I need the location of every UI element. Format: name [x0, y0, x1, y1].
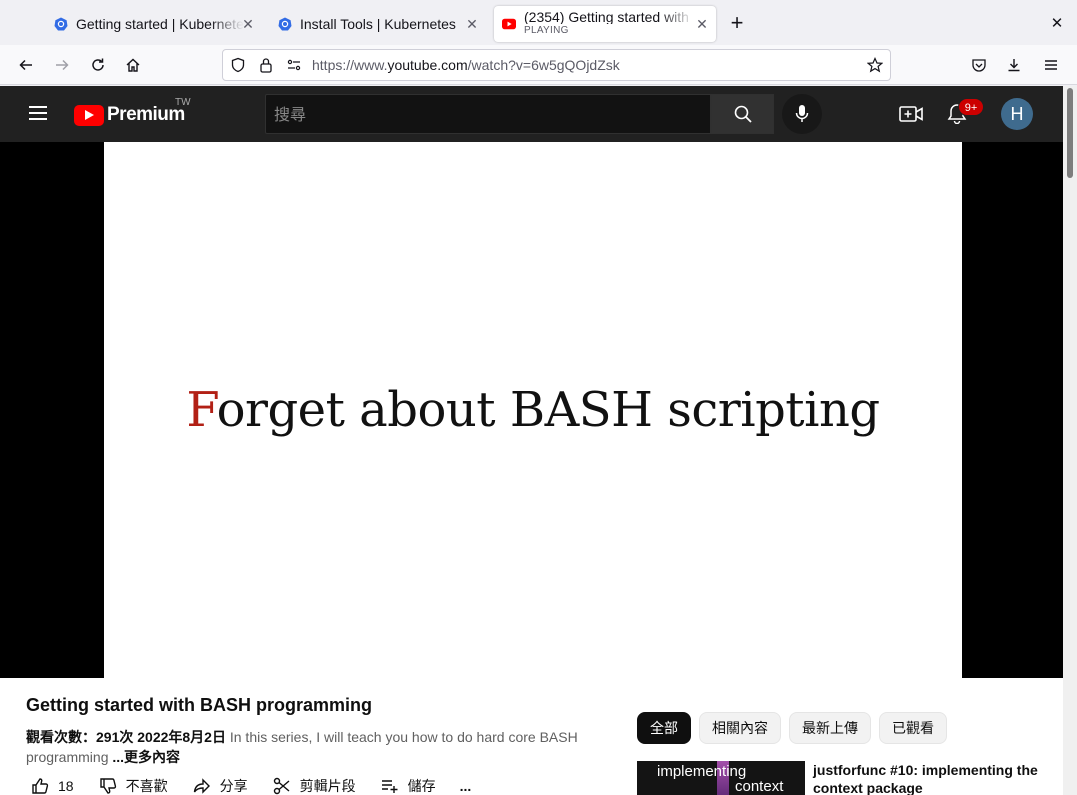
home-button[interactable] [119, 51, 147, 79]
lock-icon[interactable] [257, 56, 275, 74]
forward-arrow-icon [56, 59, 69, 71]
recommended-title[interactable]: justforfunc #10: implementing the contex… [813, 761, 1053, 795]
recommended-thumbnail[interactable]: implementing context [637, 761, 805, 795]
tab-close-icon[interactable]: ✕ [240, 16, 256, 32]
clip-button[interactable]: 剪輯片段 [272, 776, 356, 795]
create-video-button[interactable] [898, 102, 924, 126]
app-menu-button[interactable] [1037, 51, 1065, 79]
back-button[interactable] [12, 51, 40, 79]
kubernetes-favicon-icon [54, 17, 68, 31]
thumbs-up-icon [30, 776, 50, 795]
tab-kubernetes-getting-started[interactable]: Getting started | Kubernetes ✕ [46, 6, 262, 42]
navigation-toolbar: https://www.youtube.com/watch?v=6w5gQOjd… [0, 45, 1077, 85]
chip-watched[interactable]: 已觀看 [879, 712, 947, 744]
video-title: Getting started with BASH programming [26, 695, 373, 715]
voice-search-button[interactable] [782, 94, 822, 134]
share-arrow-icon [192, 776, 212, 795]
thumbnail-text-line2: context [735, 778, 784, 795]
tab-close-icon[interactable]: ✕ [694, 16, 710, 32]
recommended-video[interactable]: implementing context justforfunc #10: im… [637, 761, 1057, 795]
playlist-add-icon [380, 776, 400, 795]
reload-button[interactable] [84, 51, 112, 79]
video-slide-text: Forget about BASH scripting [186, 382, 880, 438]
tab-title: Getting started | Kubernetes [76, 16, 244, 32]
pocket-button[interactable] [965, 51, 993, 79]
show-more-link[interactable]: ...更多內容 [112, 749, 180, 765]
more-dots-icon: ... [459, 778, 472, 794]
video-player[interactable]: Forget about BASH scripting [0, 142, 1063, 678]
like-count: 18 [58, 778, 74, 794]
video-actions: 18 不喜歡 分享 剪輯片段 儲存 ... [30, 776, 495, 795]
tab-playing-label: PLAYING [524, 25, 569, 36]
notification-count-badge: 9+ [958, 98, 984, 116]
clip-label: 剪輯片段 [299, 778, 356, 794]
bookmark-star-icon[interactable] [866, 56, 884, 74]
url-bar[interactable]: https://www.youtube.com/watch?v=6w5gQOjd… [222, 49, 891, 81]
chip-all[interactable]: 全部 [637, 712, 691, 744]
tab-kubernetes-install-tools[interactable]: Install Tools | Kubernetes ✕ [270, 6, 486, 42]
youtube-play-icon [74, 104, 104, 126]
tab-title: Install Tools | Kubernetes [300, 16, 456, 32]
thumbs-down-icon [98, 776, 118, 795]
video-camera-plus-icon [899, 106, 923, 122]
youtube-page: Premium TW 9+ H Forget about BASH script… [0, 86, 1063, 795]
share-label: 分享 [219, 778, 248, 794]
save-button[interactable]: 儲存 [380, 776, 436, 795]
logo-region: TW [175, 97, 191, 108]
forward-button[interactable] [48, 51, 76, 79]
search-icon [734, 105, 752, 123]
kubernetes-favicon-icon [278, 17, 292, 31]
search-box [265, 94, 711, 134]
related-filter-chips: 全部 相關內容 最新上傳 已觀看 [637, 712, 955, 744]
account-avatar[interactable]: H [1001, 98, 1033, 130]
video-description[interactable]: 觀看次數：291次 2022年8月2日 In this series, I wi… [26, 727, 596, 767]
dislike-label: 不喜歡 [125, 778, 168, 794]
dislike-button[interactable]: 不喜歡 [98, 776, 168, 795]
downloads-button[interactable] [1000, 51, 1028, 79]
chip-related[interactable]: 相關內容 [699, 712, 781, 744]
thumbnail-text-line1: implementing [657, 763, 747, 780]
tracking-shield-icon[interactable] [229, 56, 247, 74]
like-button[interactable]: 18 [30, 776, 74, 795]
hamburger-menu-icon [1045, 60, 1057, 70]
save-label: 儲存 [407, 778, 436, 794]
scissors-icon [272, 776, 292, 795]
view-count-date: 觀看次數：291次 2022年8月2日 [26, 729, 226, 745]
tab-youtube-active[interactable]: (2354) Getting started with BASH program… [494, 6, 716, 42]
chip-recently-uploaded[interactable]: 最新上傳 [789, 712, 871, 744]
youtube-premium-logo[interactable]: Premium TW [74, 97, 191, 127]
site-permissions-icon[interactable] [285, 56, 303, 74]
pocket-icon [972, 59, 986, 72]
scrollbar-thumb[interactable] [1067, 88, 1073, 178]
new-tab-button[interactable]: + [726, 12, 748, 34]
window-close-button[interactable]: ✕ [1048, 14, 1066, 32]
logo-text: Premium [107, 104, 185, 125]
more-actions-button[interactable]: ... [460, 776, 472, 795]
share-button[interactable]: 分享 [192, 776, 248, 795]
tab-title: (2354) Getting started with BASH program… [524, 10, 694, 24]
youtube-masthead: Premium TW 9+ H [0, 86, 1063, 142]
back-arrow-icon [19, 59, 32, 71]
reload-icon [92, 58, 104, 71]
tab-bar: Getting started | Kubernetes ✕ Install T… [0, 0, 1077, 45]
guide-menu-icon[interactable] [26, 102, 50, 126]
page-scrollbar[interactable] [1063, 86, 1077, 795]
search-input[interactable] [274, 95, 694, 133]
download-icon [1008, 59, 1020, 72]
youtube-favicon-icon [502, 17, 516, 31]
video-frame[interactable]: Forget about BASH scripting [104, 142, 962, 678]
url-text[interactable]: https://www.youtube.com/watch?v=6w5gQOjd… [312, 57, 620, 73]
search-button[interactable] [711, 94, 774, 134]
tab-close-icon[interactable]: ✕ [464, 16, 480, 32]
microphone-icon [795, 105, 809, 122]
video-info-area: Getting started with BASH programming 觀看… [0, 678, 1063, 795]
home-icon [126, 58, 140, 72]
